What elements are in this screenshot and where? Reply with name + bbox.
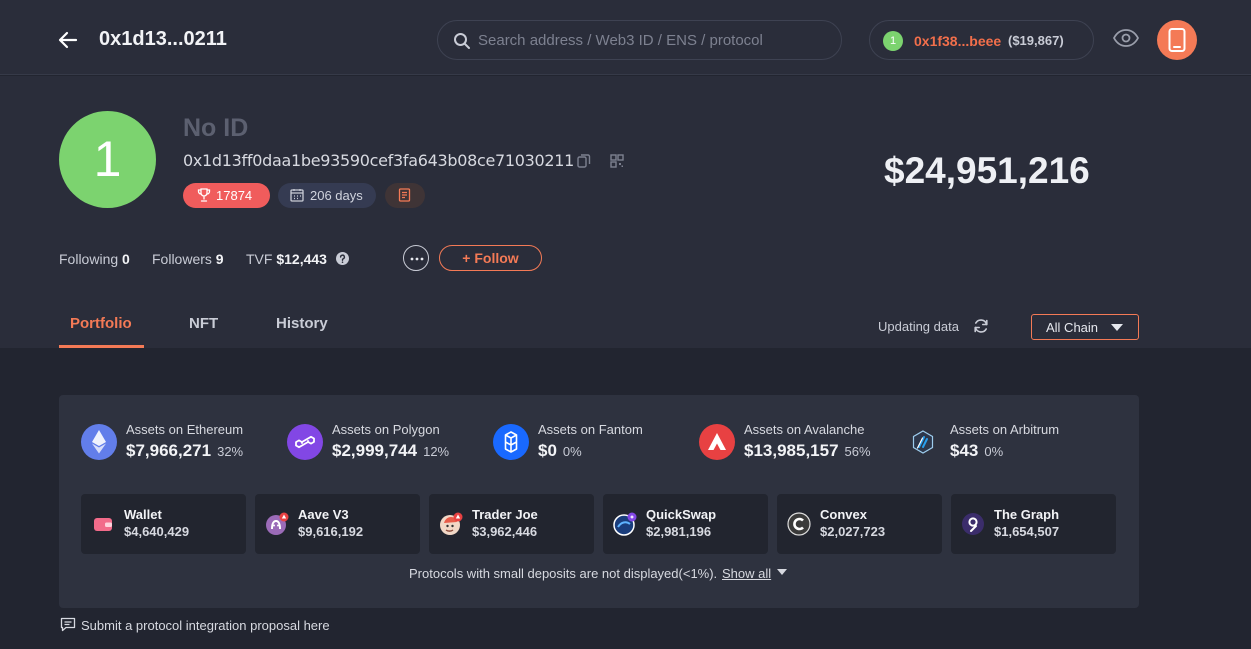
trader-joe-icon (440, 512, 463, 535)
protocol-value: $3,962,446 (472, 524, 538, 539)
protocol-card-the-graph[interactable]: The Graph $1,654,507 (951, 494, 1116, 554)
back-arrow-icon[interactable] (56, 28, 80, 52)
tab-portfolio[interactable]: Portfolio (70, 315, 132, 332)
qr-code-icon[interactable] (609, 153, 625, 169)
chain-label: Assets on Avalanche (744, 422, 865, 437)
tab-history[interactable]: History (276, 315, 328, 332)
wallet-address: 0x1d13ff0daa1be93590cef3fa643b08ce710302… (183, 151, 575, 170)
phone-icon (1168, 28, 1186, 52)
arbitrum-icon (905, 424, 941, 460)
protocol-value: $1,654,507 (994, 524, 1060, 539)
tvf-label: TVF (246, 251, 273, 267)
age-value: 206 days (310, 188, 363, 203)
account-switcher[interactable]: 1 0x1f38...beee ($19,867) (869, 20, 1094, 60)
more-options-button[interactable] (403, 245, 429, 271)
wallet-icon (94, 518, 112, 531)
chain-percent: 32% (217, 444, 244, 459)
chain-percent: 12% (423, 444, 450, 459)
caret-down-icon[interactable] (777, 569, 787, 575)
tvf-stat: TVF $12,443 (246, 251, 327, 267)
protocol-name: Convex (820, 507, 867, 522)
chain-value: $7,966,271 32% (126, 441, 244, 460)
tvf-value: $12,443 (276, 251, 327, 267)
chain-label: Assets on Arbitrum (950, 422, 1060, 437)
account-avatar: 1 (883, 31, 903, 51)
the-graph-icon (962, 513, 984, 535)
fantom-icon (493, 424, 529, 460)
search-input[interactable] (478, 21, 828, 59)
tab-nft[interactable]: NFT (189, 315, 218, 332)
help-icon[interactable] (336, 252, 349, 265)
rank-value: 17874 (216, 188, 253, 203)
protocol-name: Wallet (124, 507, 162, 522)
aave-icon (266, 512, 289, 535)
search-bar[interactable] (437, 20, 842, 60)
chain-percent: 0% (984, 444, 1004, 459)
chain-filter-value: All Chain (1046, 320, 1099, 335)
rank-badge[interactable]: 17874 (183, 183, 270, 208)
protocol-value: $9,616,192 (298, 524, 364, 539)
message-icon (60, 617, 76, 632)
top-bar: 0x1d13...0211 1 0x1f38...beee ($19,867) (0, 0, 1251, 75)
updating-status: Updating data (878, 319, 959, 334)
protocol-name: Trader Joe (472, 507, 538, 522)
ethereum-icon (81, 424, 117, 460)
chain-label: Assets on Polygon (332, 422, 440, 437)
avalanche-icon (699, 424, 735, 460)
avatar: 1 (59, 111, 156, 208)
chain-label: Assets on Ethereum (126, 422, 244, 437)
page-title: 0x1d13...0211 (99, 28, 227, 50)
followers-count[interactable]: Followers 9 (152, 251, 224, 267)
age-badge: 206 days (278, 183, 376, 208)
protocol-card-trader-joe[interactable]: Trader Joe $3,962,446 (429, 494, 594, 554)
chain-value: $0 0% (538, 441, 582, 460)
net-worth-value: $24,951,216 (884, 150, 1090, 191)
chain-value: $43 0% (950, 441, 1004, 460)
protocol-card-wallet[interactable]: Wallet $4,640,429 (81, 494, 246, 554)
chain-filter-dropdown[interactable]: All Chain (1031, 314, 1139, 340)
polygon-icon (287, 424, 323, 460)
following-value: 0 (122, 251, 130, 267)
protocol-name: QuickSwap (646, 507, 717, 522)
chain-value: $13,985,157 56% (744, 441, 871, 460)
chain-percent: 56% (844, 444, 871, 459)
account-balance: ($19,867) (1008, 33, 1064, 48)
account-address: 0x1f38...beee (914, 33, 1002, 49)
eye-icon[interactable] (1113, 29, 1139, 47)
convex-icon (787, 512, 811, 536)
protocol-name: The Graph (994, 507, 1060, 522)
protocol-card-aave-v3[interactable]: Aave V3 $9,616,192 (255, 494, 420, 554)
calendar-icon (290, 189, 304, 202)
small-deposits-note: Protocols with small deposits are not di… (409, 566, 718, 581)
document-icon (398, 188, 411, 202)
copy-icon[interactable] (576, 153, 592, 169)
protocol-value: $2,981,196 (646, 524, 712, 539)
active-tab-indicator (59, 345, 144, 348)
refresh-icon[interactable] (973, 318, 989, 334)
submit-proposal-link[interactable]: Submit a protocol integration proposal h… (81, 618, 330, 633)
show-all-link[interactable]: Show all (722, 566, 771, 581)
protocol-card-quickswap[interactable]: QuickSwap $2,981,196 (603, 494, 768, 554)
follow-button[interactable]: + Follow (439, 245, 542, 271)
ellipsis-icon (410, 257, 424, 261)
protocol-card-convex[interactable]: Convex $2,027,723 (777, 494, 942, 554)
search-icon (454, 33, 470, 49)
protocol-value: $2,027,723 (820, 524, 886, 539)
followers-label: Followers (152, 251, 212, 267)
caret-down-icon (1111, 324, 1123, 331)
chain-value: $2,999,744 12% (332, 441, 450, 460)
trophy-icon (197, 188, 211, 202)
protocol-name: Aave V3 (298, 507, 349, 522)
following-count[interactable]: Following 0 (59, 251, 130, 267)
following-label: Following (59, 251, 119, 267)
mobile-app-button[interactable] (1157, 20, 1197, 60)
followers-value: 9 (215, 251, 224, 267)
web3-id-label: No ID (183, 114, 249, 142)
quickswap-icon (613, 512, 637, 536)
protocol-value: $4,640,429 (124, 524, 190, 539)
chain-percent: 0% (562, 444, 582, 459)
chain-label: Assets on Fantom (538, 422, 643, 437)
notes-badge[interactable] (385, 183, 425, 208)
